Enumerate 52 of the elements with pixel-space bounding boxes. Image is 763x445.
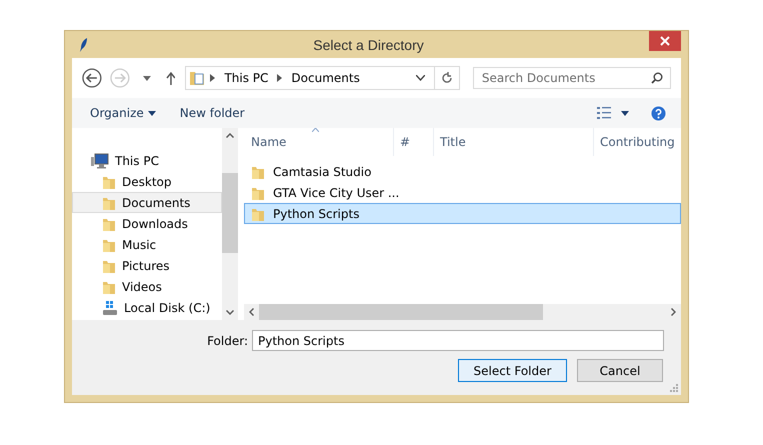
folder-field[interactable]: Python Scripts — [252, 330, 664, 351]
tree-item[interactable]: This PC — [72, 150, 222, 171]
organize-menu[interactable]: Organize — [81, 102, 165, 124]
scrollbar-thumb[interactable] — [222, 173, 238, 253]
column-header[interactable]: Contributing — [594, 128, 675, 156]
scrollbar-thumb[interactable] — [259, 304, 543, 320]
tree-item[interactable]: Downloads — [72, 213, 222, 234]
help-icon[interactable] — [651, 106, 666, 120]
file-row[interactable]: Python Scripts — [244, 203, 681, 224]
file-row[interactable]: Camtasia Studio — [244, 161, 681, 182]
file-row[interactable]: GTA Vice City User ... — [244, 182, 681, 203]
view-list-icon[interactable] — [597, 107, 611, 119]
field-label: Folder: — [207, 334, 248, 348]
caret-icon — [148, 110, 156, 116]
chevron-icon[interactable] — [210, 74, 216, 82]
chevron-icon[interactable] — [277, 74, 282, 82]
tree-item[interactable]: Pictures — [72, 255, 222, 276]
up-arrow-icon[interactable] — [166, 72, 176, 84]
resize-grip-icon[interactable] — [670, 384, 678, 392]
breadcrumb-item[interactable]: Documents — [291, 71, 360, 85]
column-header[interactable]: Title — [434, 128, 594, 156]
scroll-right-icon[interactable] — [671, 308, 676, 316]
new-folder-button[interactable]: New folder — [170, 102, 254, 124]
feather-icon — [80, 38, 88, 52]
dialog-button[interactable]: Cancel — [577, 359, 663, 382]
back-icon[interactable] — [82, 68, 102, 88]
sort-caret-icon — [312, 128, 319, 132]
tree-item[interactable]: Music — [72, 234, 222, 255]
dialog-button[interactable]: Select Folder — [458, 359, 567, 382]
column-header[interactable]: Name — [244, 128, 394, 156]
scroll-down-icon[interactable] — [226, 310, 234, 315]
tree-item[interactable]: Desktop — [72, 171, 222, 192]
refresh-icon — [440, 72, 453, 84]
breadcrumb-item[interactable]: This PC — [224, 71, 268, 85]
drive-icon — [102, 300, 118, 316]
chevron-icon[interactable] — [416, 75, 425, 81]
tree-item[interactable]: Videos — [72, 276, 222, 297]
computer-icon — [91, 152, 109, 168]
close-button[interactable] — [649, 31, 681, 51]
window-title: Select a Directory — [312, 36, 425, 52]
search-icon — [651, 72, 663, 84]
dropdown-icon[interactable] — [142, 76, 151, 80]
scroll-left-icon[interactable] — [249, 308, 254, 316]
folder-icon — [189, 70, 206, 86]
search-field[interactable]: Search Documents — [472, 67, 671, 89]
scroll-up-icon[interactable] — [226, 133, 234, 138]
tree-item[interactable]: Documents — [72, 192, 222, 213]
dropdown-icon[interactable] — [621, 110, 629, 116]
address-bar[interactable]: This PC Documents — [185, 66, 460, 90]
column-header[interactable]: # — [394, 128, 434, 156]
close-icon — [660, 36, 670, 46]
tree-item[interactable]: Local Disk (C:) — [72, 297, 222, 318]
